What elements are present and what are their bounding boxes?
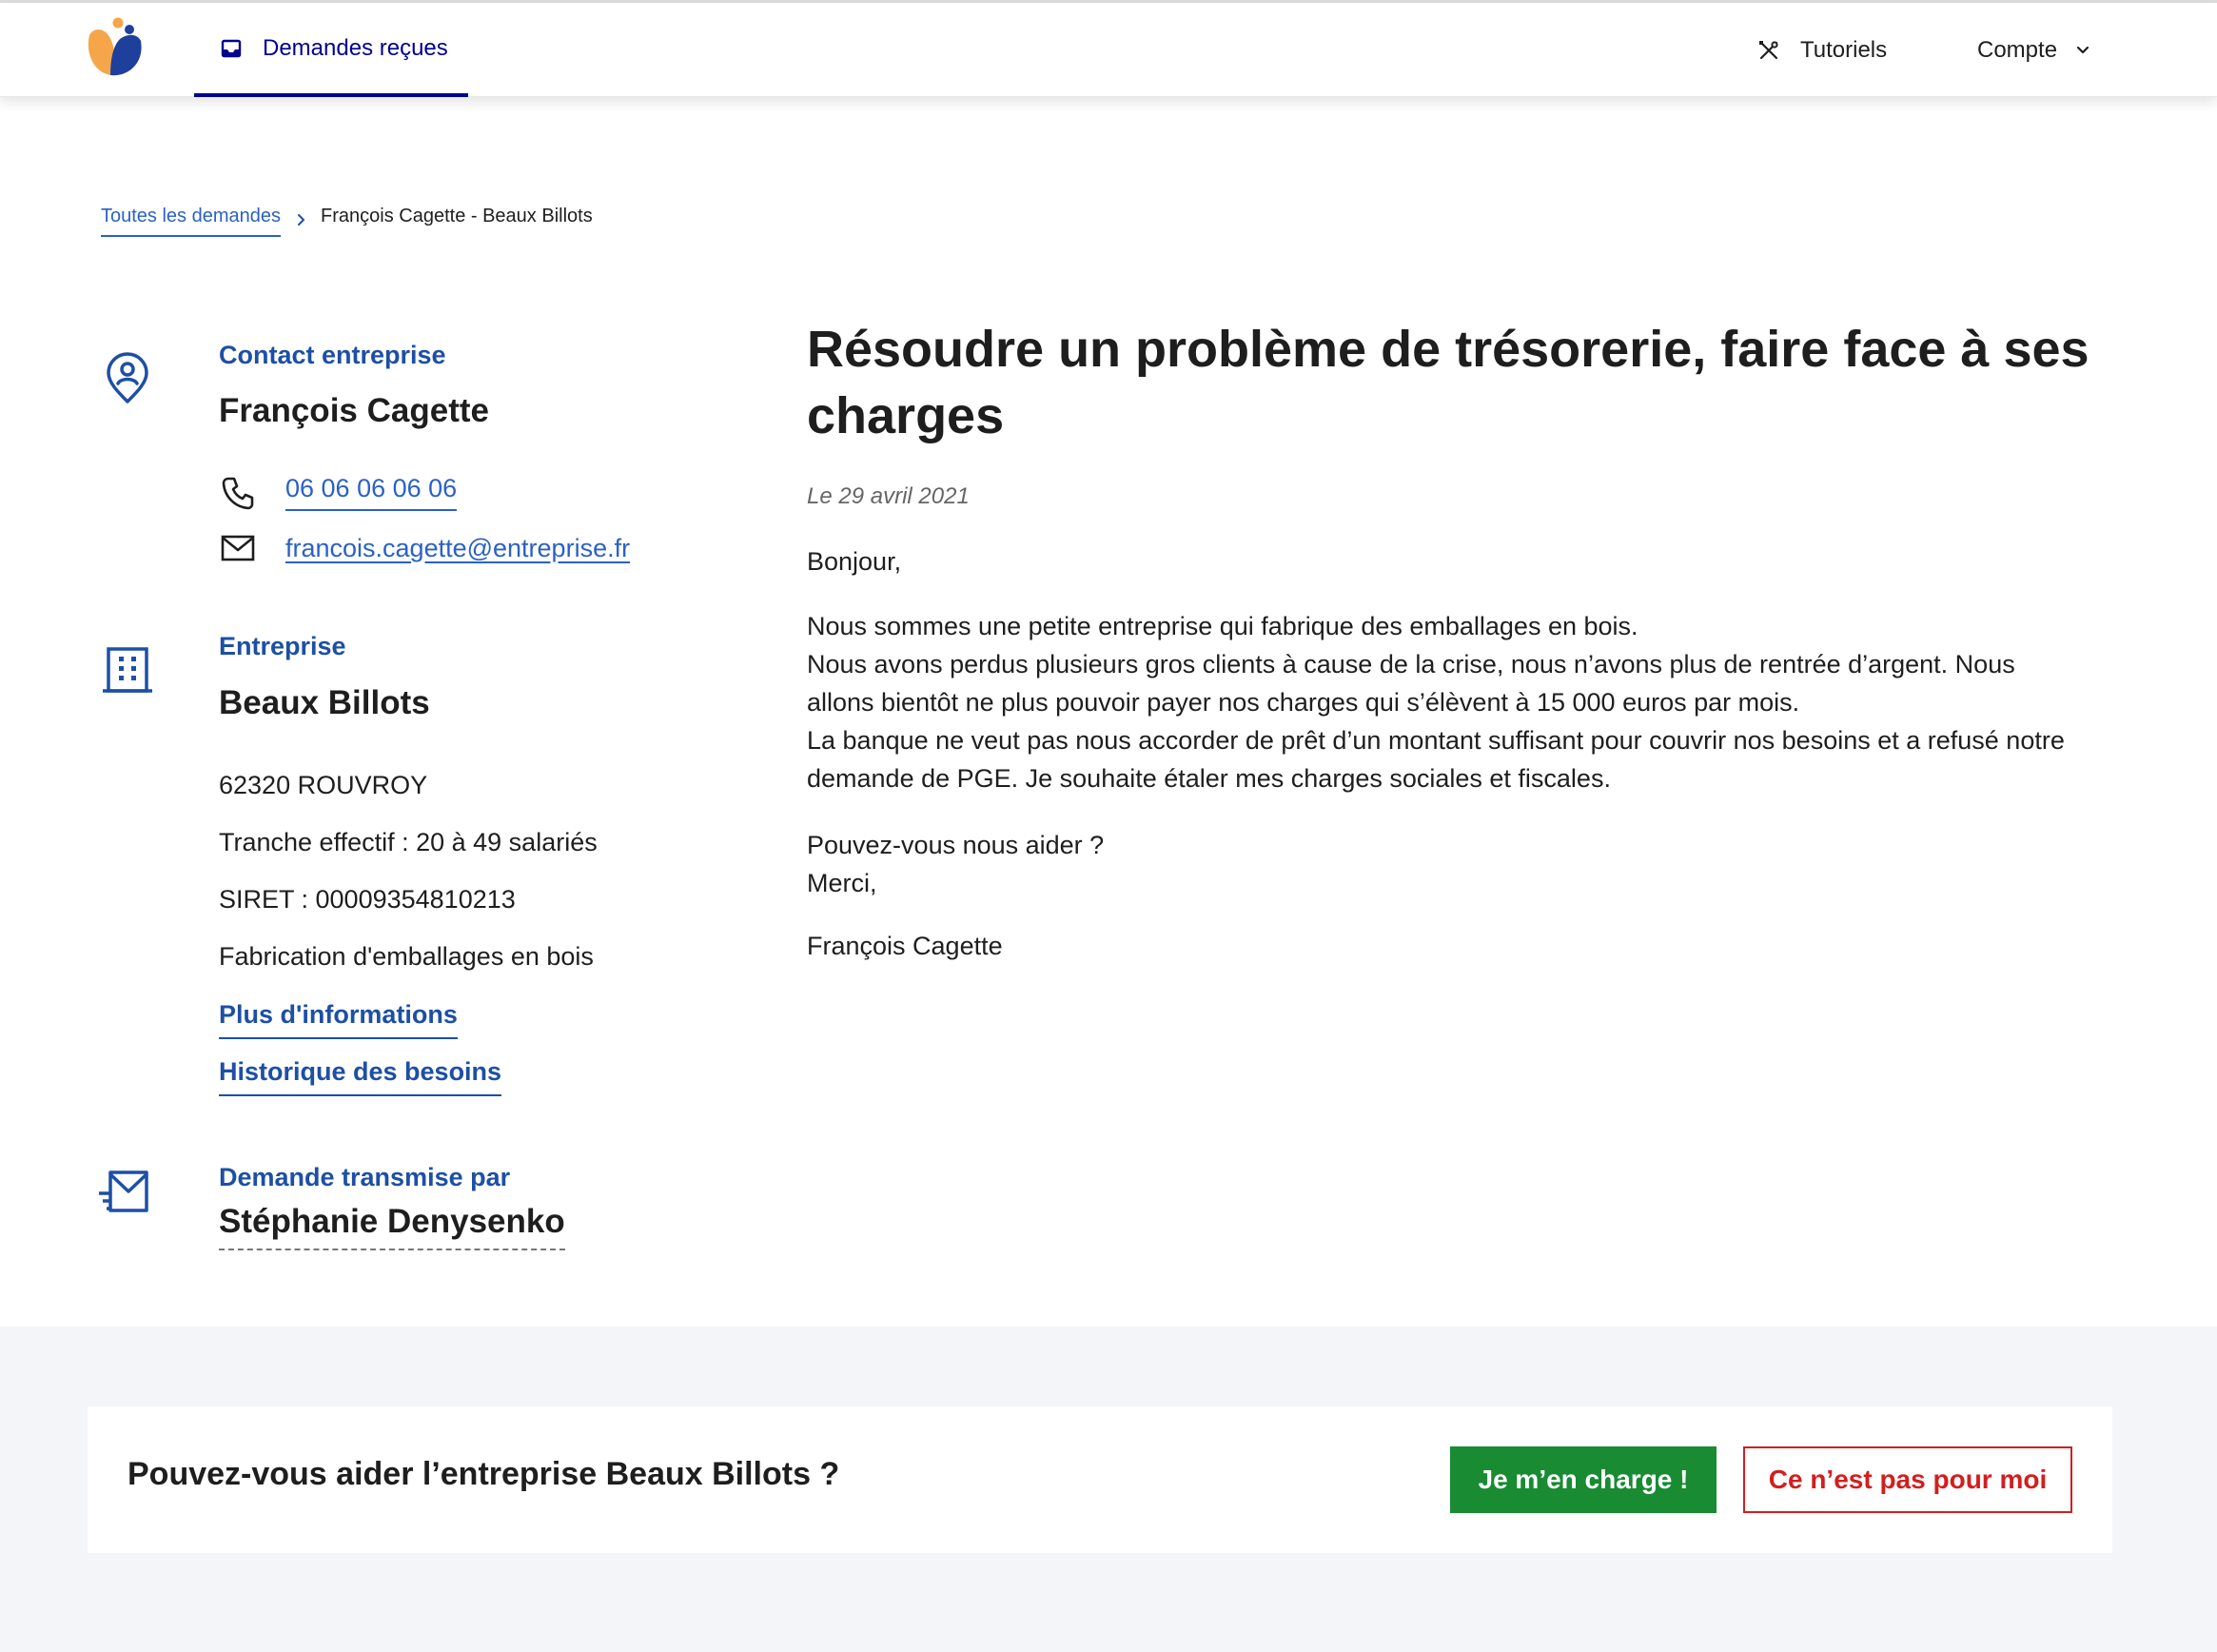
- phone-icon: [221, 476, 255, 510]
- breadcrumb-current: François Cagette - Beaux Billots: [321, 206, 593, 226]
- breadcrumb-parent-link[interactable]: Toutes les demandes: [101, 206, 282, 237]
- demande-question: Pouvez-vous nous aider ?: [807, 831, 1105, 859]
- inbox-icon: [221, 38, 242, 59]
- send-mail-icon: [97, 1167, 150, 1220]
- building-icon: [101, 643, 154, 697]
- compte-menu[interactable]: Compte: [1977, 3, 2093, 97]
- entreprise-tranche: Tranche effectif : 20 à 49 salariés: [219, 828, 598, 856]
- cta-question: Pouvez-vous aider l’entreprise Beaux Bil…: [128, 1456, 840, 1492]
- contact-section-label: Contact entreprise: [219, 341, 446, 369]
- mail-icon: [221, 531, 255, 565]
- demande-body: Nous sommes une petite entreprise qui fa…: [807, 607, 2072, 797]
- accept-button[interactable]: Je m’en charge !: [1450, 1446, 1717, 1513]
- entreprise-section-label: Entreprise: [219, 632, 346, 660]
- transmission-section-label: Demande transmise par: [219, 1163, 511, 1191]
- cta-card: Pouvez-vous aider l’entreprise Beaux Bil…: [88, 1406, 2112, 1553]
- tools-icon: [1756, 38, 1781, 63]
- demande-signature: François Cagette: [807, 932, 1003, 960]
- demande-body-line: Nous avons perdus plusieurs gros clients…: [807, 650, 2015, 717]
- demande-greeting: Bonjour,: [807, 547, 902, 576]
- phone-row: 06 06 06 06 06: [221, 474, 458, 511]
- demande-closing: Pouvez-vous nous aider ? Merci,: [807, 826, 2072, 902]
- chevron-down-icon: [2072, 40, 2093, 61]
- email-row: francois.cagette@entreprise.fr: [221, 531, 630, 565]
- entreprise-address: 62320 ROUVROY: [219, 771, 428, 799]
- demande-title: Résoudre un problème de trésorerie, fair…: [807, 321, 2089, 444]
- transmitter-name[interactable]: Stéphanie Denysenko: [219, 1203, 565, 1250]
- decline-button[interactable]: Ce n’est pas pour moi: [1743, 1446, 2072, 1513]
- demande-date: Le 29 avril 2021: [807, 483, 970, 509]
- demande-body-line: Nous sommes une petite entreprise qui fa…: [807, 612, 1638, 640]
- email-link[interactable]: francois.cagette@entreprise.fr: [285, 534, 630, 563]
- more-info-link[interactable]: Plus d'informations: [219, 1000, 458, 1039]
- demande-thanks: Merci,: [807, 869, 877, 897]
- breadcrumb: Toutes les demandes François Cagette - B…: [101, 206, 593, 237]
- history-link[interactable]: Historique des besoins: [219, 1057, 502, 1096]
- compte-label: Compte: [1977, 36, 2058, 63]
- entreprise-activite: Fabrication d'emballages en bois: [219, 942, 594, 971]
- tab-label: Demandes reçues: [263, 34, 448, 61]
- entreprise-siret: SIRET : 00009354810213: [219, 885, 516, 914]
- tutoriels-label: Tutoriels: [1800, 36, 1888, 63]
- map-pin-icon: [101, 352, 154, 405]
- tutoriels-link[interactable]: Tutoriels: [1756, 3, 1887, 97]
- place-des-entreprises-logo-icon[interactable]: [82, 14, 150, 81]
- demande-body-line: La banque ne veut pas nous accorder de p…: [807, 726, 2065, 793]
- chevron-right-icon: [292, 211, 309, 228]
- header: Demandes reçues Tutoriels Compte: [0, 3, 2217, 97]
- entreprise-name: Beaux Billots: [219, 684, 430, 721]
- tab-demandes-recues[interactable]: Demandes reçues: [194, 3, 468, 97]
- phone-link[interactable]: 06 06 06 06 06: [285, 474, 458, 511]
- contact-name: François Cagette: [219, 392, 489, 429]
